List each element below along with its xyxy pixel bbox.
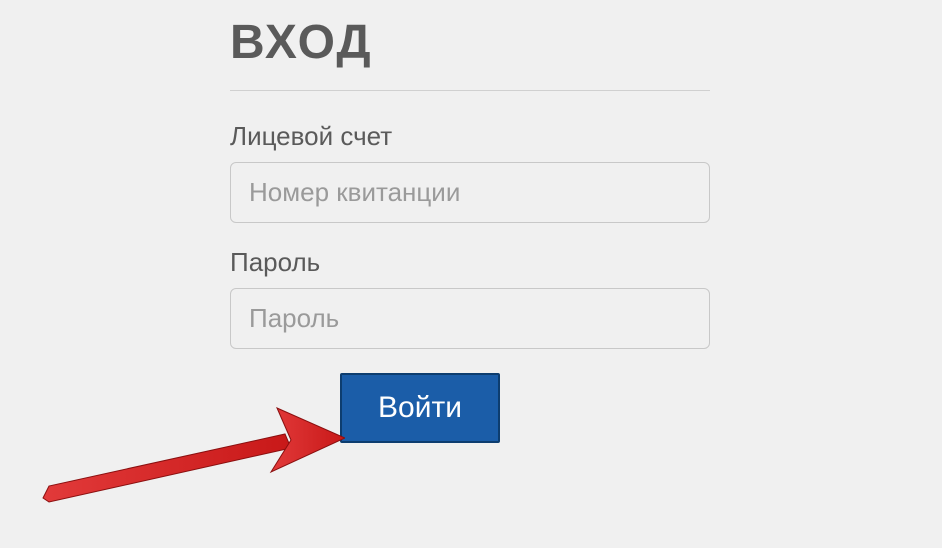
button-row: Войти [230,373,710,443]
account-input[interactable] [230,162,710,223]
password-label: Пароль [230,247,710,278]
password-input[interactable] [230,288,710,349]
page-title: ВХОД [230,15,710,70]
login-form: ВХОД Лицевой счет Пароль Войти [230,15,710,443]
divider [230,90,710,91]
password-field-group: Пароль [230,247,710,349]
account-field-group: Лицевой счет [230,121,710,223]
account-label: Лицевой счет [230,121,710,152]
login-button[interactable]: Войти [340,373,500,443]
